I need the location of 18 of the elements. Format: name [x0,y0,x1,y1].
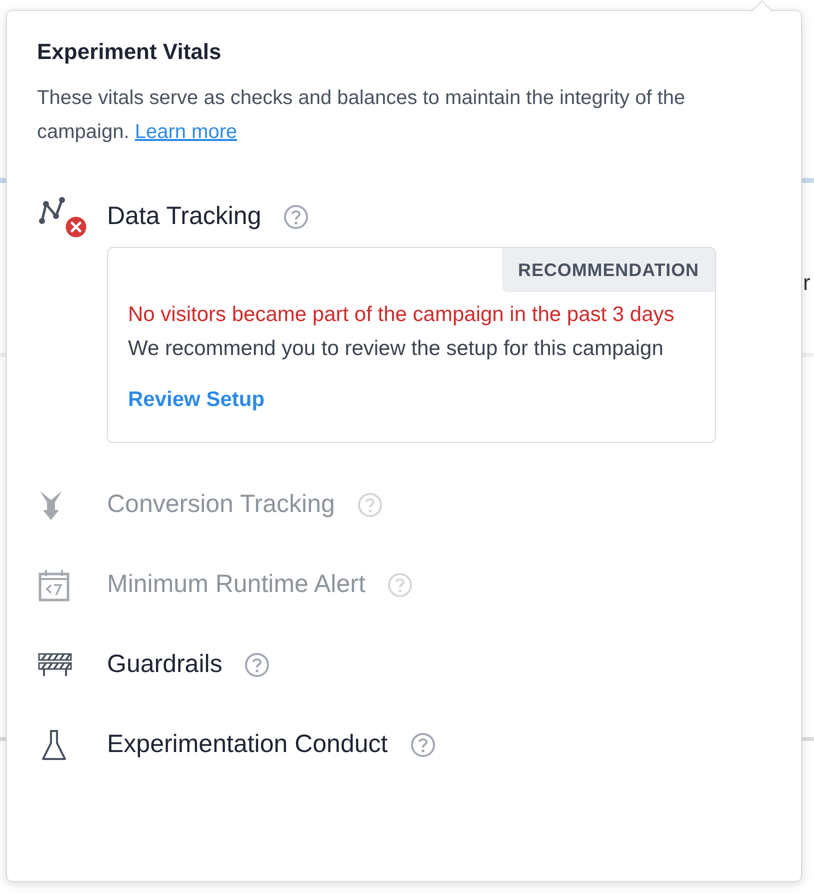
description-text: These vitals serve as checks and balances to maintain the integrity of the campaign. Learn more [37,86,686,145]
help-icon[interactable] [356,492,383,518]
help-icon[interactable] [283,204,310,230]
review-setup-link[interactable]: Review Setup [128,384,265,416]
learn-more-link[interactable]: Learn more [134,121,238,143]
recommendation-badge: RECOMMENDATION [502,248,715,292]
help-icon[interactable] [387,572,414,598]
vital-label: Conversion Tracking [107,488,335,520]
background-text: r [803,269,810,297]
vital-label: Minimum Runtime Alert [107,568,366,600]
popover-title: Experiment Vitals [37,38,222,66]
help-icon[interactable] [410,732,436,758]
alert-text: No visitors became part of the campaign in the past 3 days [128,302,676,328]
vital-label: Guardrails [107,648,222,680]
vital-label: Experimentation Conduct [107,728,388,760]
vital-label: Data Tracking [107,201,262,232]
help-icon[interactable] [244,652,270,678]
recommendation-text: We recommend you to review the setup for this campaign [128,336,664,362]
